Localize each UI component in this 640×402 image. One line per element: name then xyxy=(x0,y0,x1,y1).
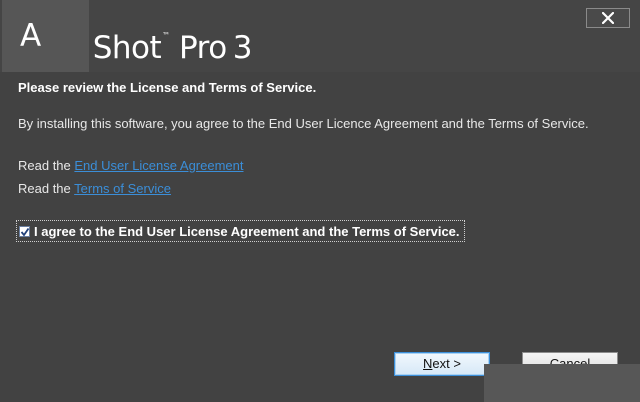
tos-line: Read the Terms of Service xyxy=(18,181,171,196)
title-version: 3 xyxy=(232,30,253,66)
intro-text: By installing this software, you agree t… xyxy=(18,116,589,131)
title-suffix: Pro xyxy=(179,30,227,66)
next-button[interactable]: Next > xyxy=(394,352,490,376)
dialog-body: Please review the License and Terms of S… xyxy=(0,72,640,402)
redacted-logo-area: A xyxy=(2,0,89,83)
trademark-symbol: ™ xyxy=(162,31,170,40)
agree-label: I agree to the End User License Agreemen… xyxy=(34,223,460,239)
agree-checkbox-row[interactable]: I agree to the End User License Agreemen… xyxy=(16,220,465,242)
title-bar: A Shot™ Pro3 xyxy=(0,0,640,72)
agree-checkbox[interactable] xyxy=(19,225,30,237)
eula-prefix: Read the xyxy=(18,158,71,173)
title-prefix-visible: A xyxy=(20,18,42,54)
page-heading: Please review the License and Terms of S… xyxy=(18,80,317,95)
installer-window: A Shot™ Pro3 A Please review the License … xyxy=(0,0,640,402)
tos-prefix: Read the xyxy=(18,181,71,196)
title-main: Shot xyxy=(92,30,162,66)
close-button[interactable] xyxy=(586,8,630,28)
close-icon xyxy=(602,12,614,24)
redacted-area xyxy=(484,364,640,402)
eula-link[interactable]: End User License Agreement xyxy=(74,158,243,173)
next-mnemonic: N xyxy=(423,356,433,371)
tos-link[interactable]: Terms of Service xyxy=(74,181,171,196)
eula-line: Read the End User License Agreement xyxy=(18,158,244,173)
next-label: ext > xyxy=(432,356,461,371)
